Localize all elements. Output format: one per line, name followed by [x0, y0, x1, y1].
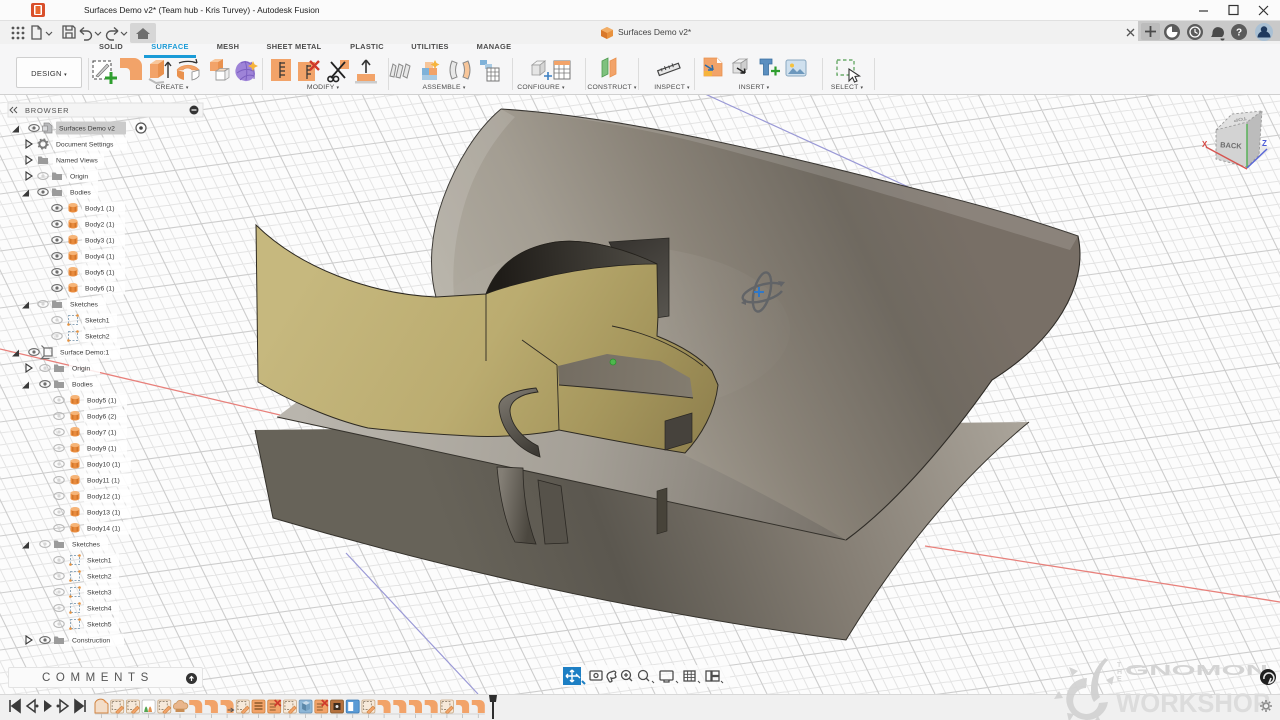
svg-text:H: H — [1117, 669, 1122, 676]
svg-text:Body5 (1): Body5 (1) — [87, 398, 116, 405]
svg-text:GNOMON: GNOMON — [1125, 662, 1268, 679]
svg-text:Body10 (1): Body10 (1) — [87, 462, 120, 469]
svg-text:Document Settings: Document Settings — [56, 142, 114, 149]
svg-text:Sketches: Sketches — [72, 542, 101, 549]
svg-text:Body4 (1): Body4 (1) — [85, 254, 114, 261]
svg-text:T: T — [1117, 662, 1122, 669]
svg-text:Sketch3: Sketch3 — [87, 590, 112, 597]
svg-text:Sketch1: Sketch1 — [85, 318, 110, 325]
svg-text:Bodies: Bodies — [72, 382, 93, 389]
svg-text:Construction: Construction — [72, 638, 110, 645]
svg-text:Sketch1: Sketch1 — [87, 558, 112, 565]
svg-text:Body11 (1): Body11 (1) — [87, 478, 120, 485]
svg-text:Surface Demo:1: Surface Demo:1 — [60, 350, 109, 357]
svg-text:Sketch2: Sketch2 — [85, 334, 110, 341]
svg-text:Sketches: Sketches — [70, 302, 99, 309]
svg-text:Origin: Origin — [72, 366, 90, 373]
svg-text:Body12 (1): Body12 (1) — [87, 494, 120, 501]
svg-text:Sketch5: Sketch5 — [87, 622, 112, 629]
svg-text:Body3 (1): Body3 (1) — [85, 238, 114, 245]
svg-text:Z: Z — [1262, 139, 1267, 148]
svg-text:BACK: BACK — [1220, 140, 1243, 151]
svg-text:Body7 (1): Body7 (1) — [87, 430, 116, 437]
svg-text:WORKSHOP: WORKSHOP — [1116, 688, 1270, 718]
svg-text:Body5 (1): Body5 (1) — [85, 270, 114, 277]
svg-text:Surfaces Demo v2: Surfaces Demo v2 — [59, 126, 115, 133]
svg-text:Bodies: Bodies — [70, 190, 91, 197]
svg-text:Named Views: Named Views — [56, 158, 98, 165]
svg-text:BROWSER: BROWSER — [25, 106, 69, 115]
svg-text:Body13 (1): Body13 (1) — [87, 510, 120, 517]
svg-text:Sketch2: Sketch2 — [87, 574, 112, 581]
svg-text:Body9 (1): Body9 (1) — [87, 446, 116, 453]
svg-text:E: E — [1117, 676, 1122, 683]
svg-text:Body1 (1): Body1 (1) — [85, 206, 114, 213]
svg-text:Origin: Origin — [70, 174, 88, 181]
svg-text:Body2 (1): Body2 (1) — [85, 222, 114, 229]
svg-text:X: X — [1202, 140, 1208, 149]
svg-text:Body6 (2): Body6 (2) — [87, 414, 116, 421]
svg-text:Body6 (1): Body6 (1) — [85, 286, 114, 293]
svg-text:Sketch4: Sketch4 — [87, 606, 112, 613]
svg-text:?: ? — [1236, 27, 1242, 38]
svg-text:Body14 (1): Body14 (1) — [87, 526, 120, 533]
